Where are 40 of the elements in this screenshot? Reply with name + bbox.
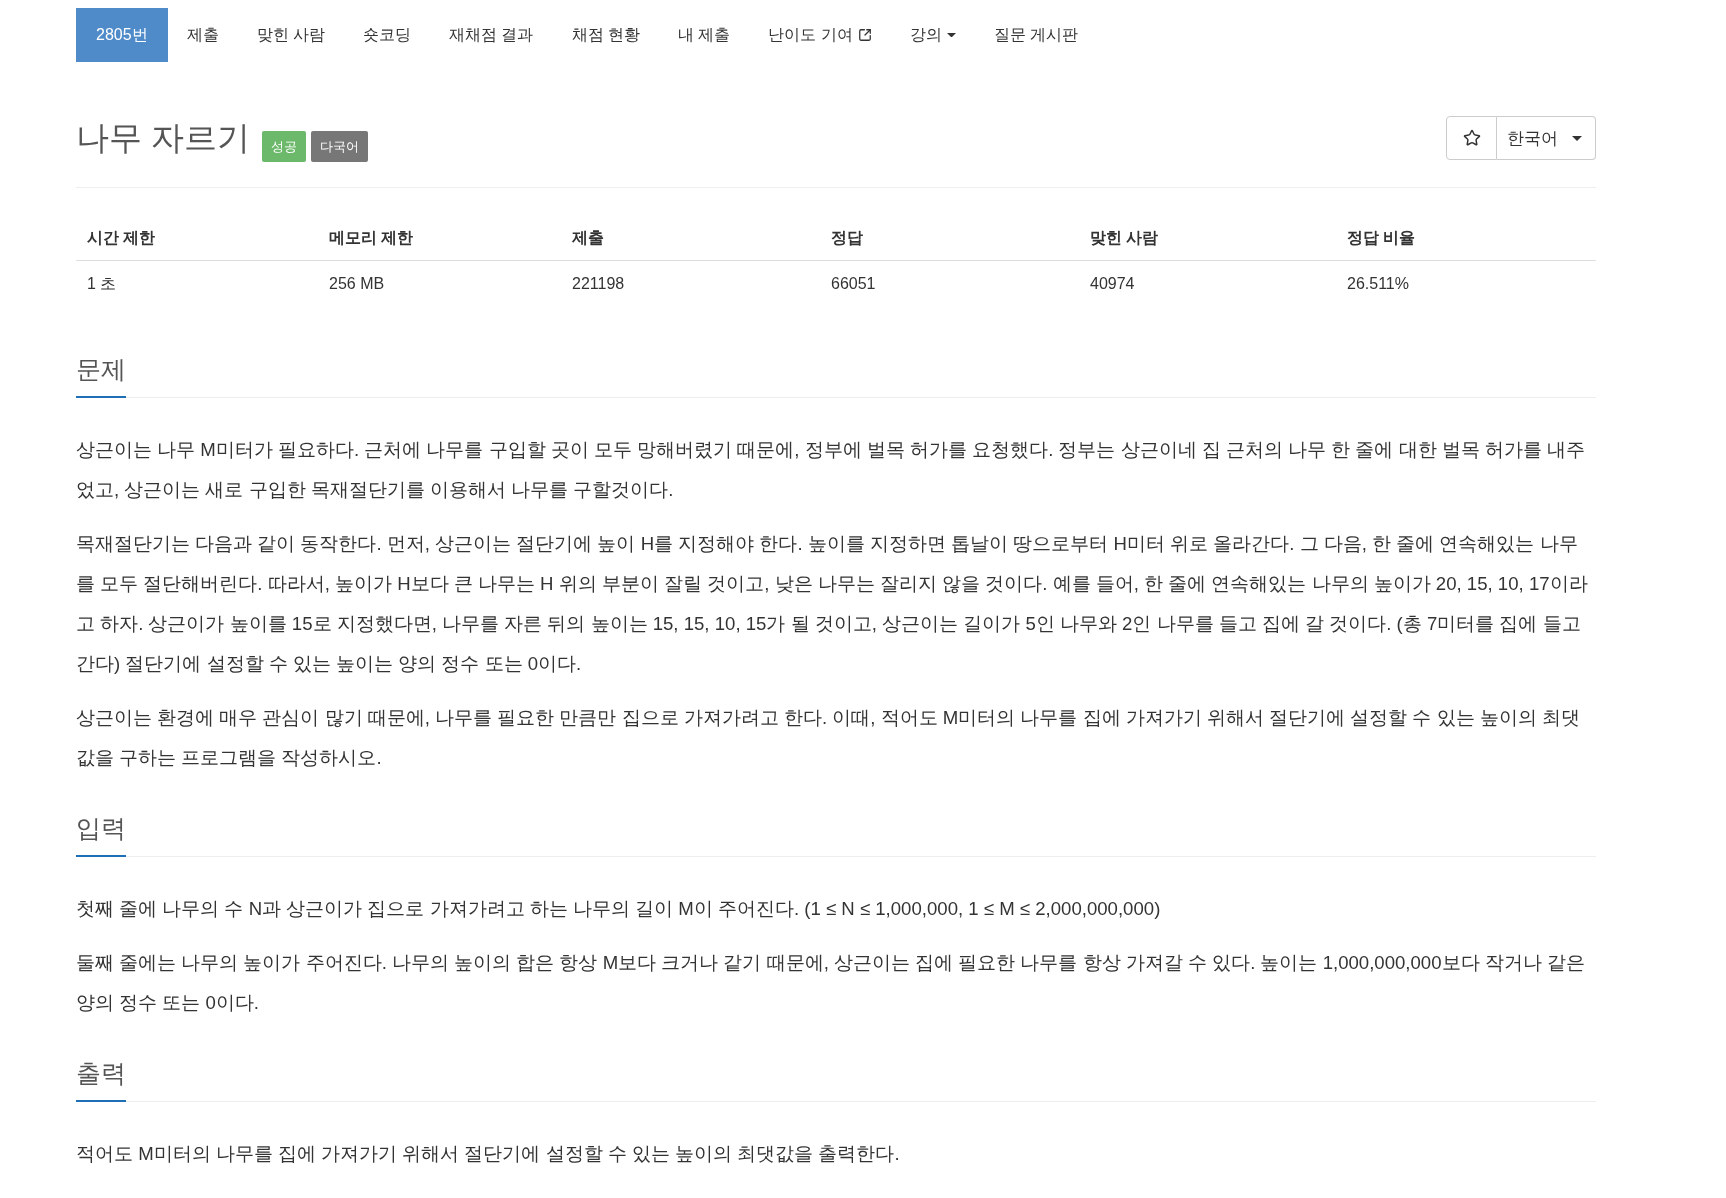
table-cell: 221198 xyxy=(561,260,820,307)
star-button[interactable] xyxy=(1446,116,1497,160)
column-header: 시간 제한 xyxy=(76,216,318,261)
section-heading: 입력 xyxy=(76,810,126,857)
table-cell: 26.511% xyxy=(1336,260,1596,307)
column-header: 정답 비율 xyxy=(1336,216,1596,261)
section-paragraph: 상근이는 나무 M미터가 필요하다. 근처에 나무를 구입할 곳이 모두 망해버렸기 때문에, 정부에 벌목 허가를 요청했다. 정부는 상근이네 집 근처의 나무 한 줄에 대한 벌목 허가를 내주었고, 상근이는 새로 구입한 목재절단기를 이용해서 나무를 구할것이다. xyxy=(76,438,1587,502)
table-cell: 256 MB xyxy=(318,260,561,307)
nav-tab[interactable]: 강의 xyxy=(890,8,975,62)
column-header: 맞힌 사람 xyxy=(1079,216,1336,261)
nav-tab[interactable]: 제출 xyxy=(167,8,238,62)
column-header: 제출 xyxy=(561,216,820,261)
nav-tab[interactable]: 숏코딩 xyxy=(344,8,431,62)
nav-tab[interactable]: 채점 현황 xyxy=(552,8,659,62)
nav-tab[interactable]: 맞힌 사람 xyxy=(237,8,345,62)
section-paragraph: 첫째 줄에 나무의 수 N과 상근이가 집으로 가져가려고 하는 나무의 길이 M이 주어진다. (1 ≤ N ≤ 1,000,000, 1 ≤ M ≤ 2,000,000,000) xyxy=(76,897,1162,921)
tag-badge: 다국어 xyxy=(311,131,369,162)
section-paragraph: 상근이는 환경에 매우 관심이 많기 때문에, 나무를 필요한 만큼만 집으로 가져가려고 한다. 이때, 적어도 M미터의 나무를 집에 가져가기 위해서 절단기에 설정할 수 있는 높이의 최댓값을 구하는 프로그램을 작성하시오. xyxy=(76,706,1581,770)
star-icon xyxy=(1462,129,1481,147)
caret-icon xyxy=(1572,135,1582,141)
section-paragraph: 적어도 M미터의 나무를 집에 가져가기 위해서 절단기에 설정할 수 있는 높이의 최댓값을 출력한다. xyxy=(76,1142,901,1166)
section-paragraph: 둘째 줄에는 나무의 높이가 주어진다. 나무의 높이의 합은 항상 M보다 크거나 같기 때문에, 상근이는 집에 필요한 나무를 항상 가져갈 수 있다. 높이는 1,000,000,000보다 작거나 같은 양의 정수 또는 0이다. xyxy=(76,951,1586,1015)
section-heading: 출력 xyxy=(76,1055,126,1102)
table-cell: 66051 xyxy=(820,260,1079,307)
nav-tab[interactable]: 2805번 xyxy=(76,8,168,62)
nav-tab[interactable]: 재채점 결과 xyxy=(430,8,553,62)
nav-tab[interactable]: 난이도 기여 xyxy=(749,8,891,62)
language-select[interactable]: 한국어 xyxy=(1497,116,1596,160)
column-header: 정답 xyxy=(820,216,1079,261)
problem-title: 나무 자르기 xyxy=(76,118,251,158)
nav-tab[interactable]: 질문 게시판 xyxy=(974,8,1098,62)
section-paragraph: 목재절단기는 다음과 같이 동작한다. 먼저, 상근이는 절단기에 높이 H를 지정해야 한다. 높이를 지정하면 톱날이 땅으로부터 H미터 위로 올라간다. 그 다음, 한 줄에 연속해있는 나무를 모두 절단해버린다. 따라서, 높이가 H보다 큰 나무는 H 위의 부분이 잘릴 것이고, 낮은 나무는 잘리지 않을 것이다. 예를 들어, 한 줄에 연속해있는 나무의 높이가 20, 15, 10, 17이라고 하자. 상근이가 높이를 15로 지정했다면, 나무를 자른 뒤의 높이는 15, 15, 10, 15가 될 것이고, 상근이는 길이가 5인 나무와 2인 나무를 들고 집에 갈 것이다. (총 7미터를 집에 들고 간다) 절단기에 설정할 수 있는 높이는 양의 정수 또는 0이다. xyxy=(76,532,1589,676)
tag-badge: 성공 xyxy=(262,131,307,162)
nav-tab[interactable]: 내 제출 xyxy=(658,8,750,62)
external-link-icon xyxy=(857,28,872,42)
table-cell: 40974 xyxy=(1079,260,1336,307)
caret-icon xyxy=(946,32,956,38)
column-header: 메모리 제한 xyxy=(318,216,561,261)
section-heading: 문제 xyxy=(76,351,126,398)
table-cell: 1 초 xyxy=(76,260,318,307)
